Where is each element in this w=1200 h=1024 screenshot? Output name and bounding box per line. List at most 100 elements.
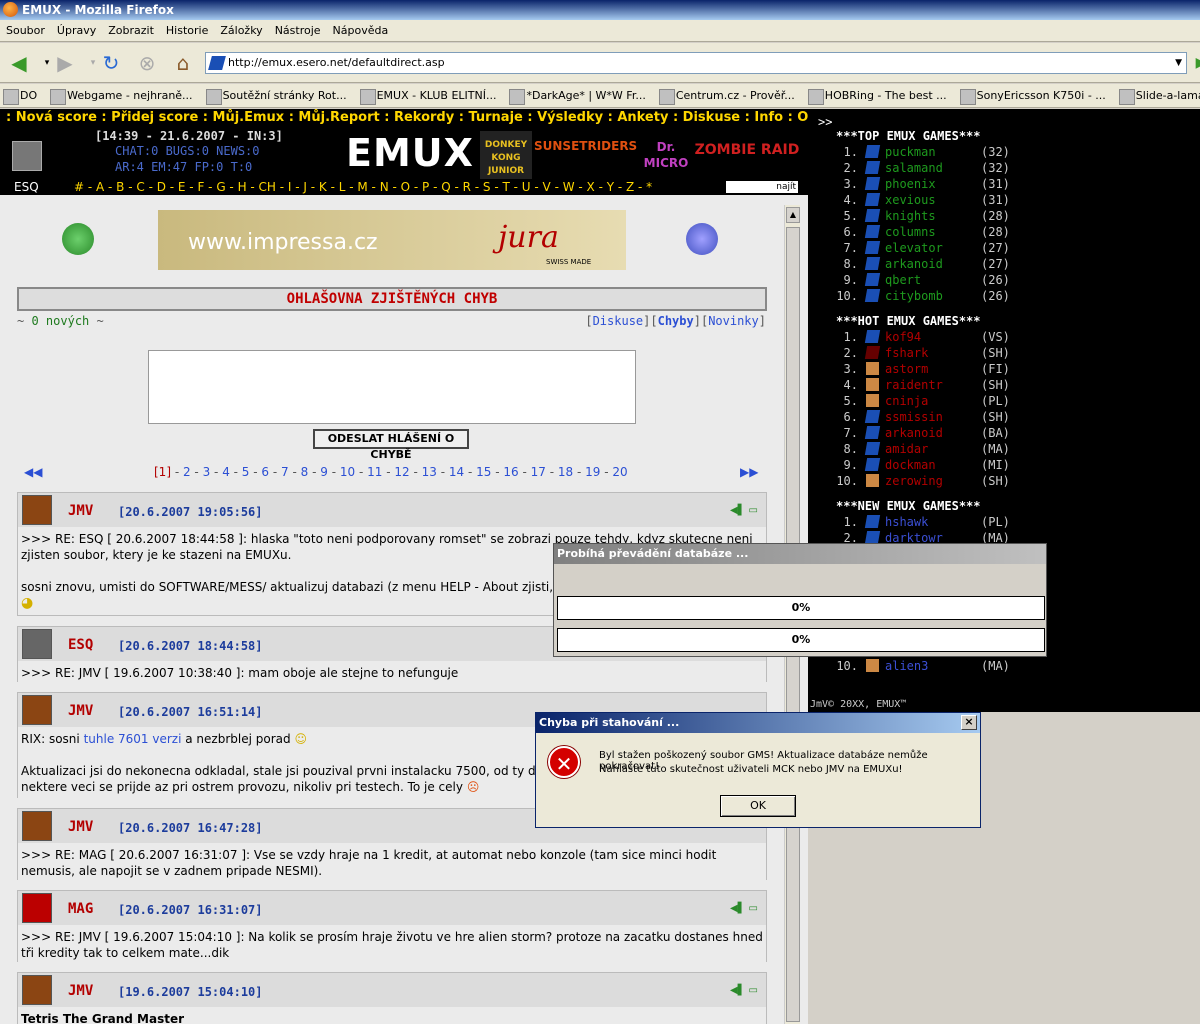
list-item[interactable]: 6. ssmissin (SH) <box>836 410 1010 426</box>
menu-historie[interactable]: Historie <box>160 20 214 42</box>
reply-speaker-icon[interactable]: ◀▌ ▭ <box>730 903 758 914</box>
page-link[interactable]: 13 <box>422 465 437 479</box>
reply-speaker-icon[interactable]: ◀▌ ▭ <box>730 505 758 516</box>
list-item[interactable]: 10. citybomb (26) <box>836 289 1010 305</box>
list-item[interactable]: 9. qbert (26) <box>836 273 1010 289</box>
send-report-button[interactable]: ODESLAT HLÁŠENÍ O CHYBĚ <box>313 429 469 461</box>
game-logo-donkey-kong-junior[interactable]: DONKEY KONG JUNIOR <box>480 131 532 183</box>
post-author[interactable]: JMV <box>68 819 93 835</box>
emux-logo[interactable]: EMUX <box>346 131 474 175</box>
new-count-link[interactable]: 0 nových <box>31 314 89 328</box>
home-icon[interactable]: ⌂ <box>170 51 196 75</box>
menu-zalozky[interactable]: Záložky <box>214 20 268 42</box>
link-diskuse[interactable]: Diskuse <box>593 314 644 328</box>
link-chyby[interactable]: Chyby <box>658 314 694 328</box>
list-item[interactable]: 3. astorm (FI) <box>836 362 1010 378</box>
last-page-icon[interactable]: ▶▶ <box>740 465 758 479</box>
stop-icon[interactable]: ⊗ <box>134 51 160 75</box>
forward-arrow-icon[interactable]: ▶ <box>52 51 78 75</box>
page-link[interactable]: 16 <box>503 465 518 479</box>
url-bar[interactable]: http://emux.esero.net/defaultdirect.asp … <box>205 52 1187 74</box>
list-item[interactable]: 5. cninja (PL) <box>836 394 1010 410</box>
list-item[interactable]: 10. alien3 (MA) <box>836 659 1010 675</box>
list-item[interactable]: 7. elevator (27) <box>836 241 1010 257</box>
list-item[interactable]: 8. amidar (MA) <box>836 442 1010 458</box>
list-item[interactable]: 7. arkanoid (BA) <box>836 426 1010 442</box>
list-item[interactable]: 1. hshawk (PL) <box>836 515 1010 531</box>
advertising-banner[interactable]: www.impressa.cz jura SWISS MADE <box>158 210 626 270</box>
bug-report-textarea[interactable] <box>148 350 636 424</box>
game-logo-sunsetriders[interactable]: SUNSETRIDERS <box>534 131 637 183</box>
bookmark-item[interactable]: Centrum.cz - Prověř... <box>656 84 795 107</box>
site-top-navigation[interactable]: : Nová score : Přidej score : Můj.Emux :… <box>0 109 808 127</box>
esq-label[interactable]: ESQ <box>0 179 74 195</box>
bookmark-item[interactable]: DO <box>0 84 37 107</box>
bookmark-item[interactable]: *DarkAge* | W*W Fr... <box>506 84 646 107</box>
menu-soubor[interactable]: Soubor <box>0 20 51 42</box>
bookmark-item[interactable]: Webgame - nejhraně... <box>47 84 193 107</box>
menu-napoveda[interactable]: Nápověda <box>327 20 395 42</box>
search-input[interactable]: najít <box>726 181 798 193</box>
page-link[interactable]: 5 <box>242 465 250 479</box>
menu-upravy[interactable]: Úpravy <box>51 20 102 42</box>
page-link[interactable]: 10 <box>340 465 355 479</box>
go-icon[interactable]: ▶ <box>1188 51 1200 75</box>
page-link[interactable]: 18 <box>558 465 573 479</box>
post-author[interactable]: ESQ <box>68 637 93 653</box>
list-item[interactable]: 4. xevious (31) <box>836 193 1010 209</box>
reply-speaker-icon[interactable]: ◀▌ ▭ <box>730 985 758 996</box>
post-author[interactable]: JMV <box>68 983 93 999</box>
post-link[interactable]: tuhle 7601 verzi <box>84 732 182 746</box>
list-item[interactable]: 5. knights (28) <box>836 209 1010 225</box>
list-item[interactable]: 1. puckman (32) <box>836 145 1010 161</box>
page-link[interactable]: 19 <box>585 465 600 479</box>
page-link[interactable]: 20 <box>612 465 627 479</box>
link-novinky[interactable]: Novinky <box>708 314 759 328</box>
post-author[interactable]: JMV <box>68 703 93 719</box>
menu-zobrazit[interactable]: Zobrazit <box>102 20 160 42</box>
bookmark-item[interactable]: SonyEricsson K750i - ... <box>957 84 1106 107</box>
avatar <box>22 975 52 1005</box>
list-item[interactable]: 3. phoenix (31) <box>836 177 1010 193</box>
game-logo-zombie-raid[interactable]: ZOMBIE RAID <box>694 131 800 183</box>
ok-button[interactable]: OK <box>720 795 796 817</box>
page-link[interactable]: 4 <box>222 465 230 479</box>
page-link[interactable]: 2 <box>183 465 191 479</box>
list-item[interactable]: 8. arkanoid (27) <box>836 257 1010 273</box>
page-link[interactable]: 17 <box>531 465 546 479</box>
reload-icon[interactable]: ↻ <box>98 51 124 75</box>
page-link[interactable]: 8 <box>301 465 309 479</box>
page-link[interactable]: 11 <box>367 465 382 479</box>
list-item[interactable]: 2. salamand (32) <box>836 161 1010 177</box>
page-link[interactable]: 7 <box>281 465 289 479</box>
list-item[interactable]: 2. fshark (SH) <box>836 346 1010 362</box>
avatar <box>22 811 52 841</box>
page-link[interactable]: 15 <box>476 465 491 479</box>
list-item[interactable]: 6. columns (28) <box>836 225 1010 241</box>
back-arrow-icon[interactable]: ◀ <box>6 51 32 75</box>
menu-nastroje[interactable]: Nástroje <box>269 20 327 42</box>
bookmark-item[interactable]: HOBRing - The best ... <box>805 84 947 107</box>
scroll-up-icon[interactable]: ▲ <box>786 207 800 223</box>
close-icon[interactable]: × <box>961 715 977 730</box>
bookmark-item[interactable]: EMUX - KLUB ELITNÍ... <box>357 84 496 107</box>
list-item[interactable]: 9. dockman (MI) <box>836 458 1010 474</box>
post-author[interactable]: MAG <box>68 901 93 917</box>
list-item[interactable]: 10. zerowing (SH) <box>836 474 1010 490</box>
page-link[interactable]: 14 <box>449 465 464 479</box>
bookmark-item[interactable]: Slide-a-lama CZ - Ke ... <box>1116 84 1200 107</box>
first-page-icon[interactable]: ◀◀ <box>24 465 42 479</box>
list-item[interactable]: 4. raidentr (SH) <box>836 378 1010 394</box>
page-link[interactable]: 9 <box>320 465 328 479</box>
page-link[interactable]: 3 <box>203 465 211 479</box>
page-link[interactable]: 6 <box>261 465 269 479</box>
bookmark-item[interactable]: Soutěžní stránky Rot... <box>203 84 347 107</box>
url-dropdown-icon[interactable]: ▼ <box>1175 53 1182 73</box>
emux-game-icon <box>864 458 881 471</box>
site-stats-row-1[interactable]: CHAT:0 BUGS:0 NEWS:0 <box>115 144 260 158</box>
post-author[interactable]: JMV <box>68 503 93 519</box>
page-link[interactable]: 12 <box>394 465 409 479</box>
alphabet-links[interactable]: # - A - B - C - D - E - F - G - H - CH -… <box>74 180 652 194</box>
list-item[interactable]: 1. kof94 (VS) <box>836 330 1010 346</box>
game-logo-dr-micro[interactable]: Dr. MICRO <box>640 131 692 183</box>
